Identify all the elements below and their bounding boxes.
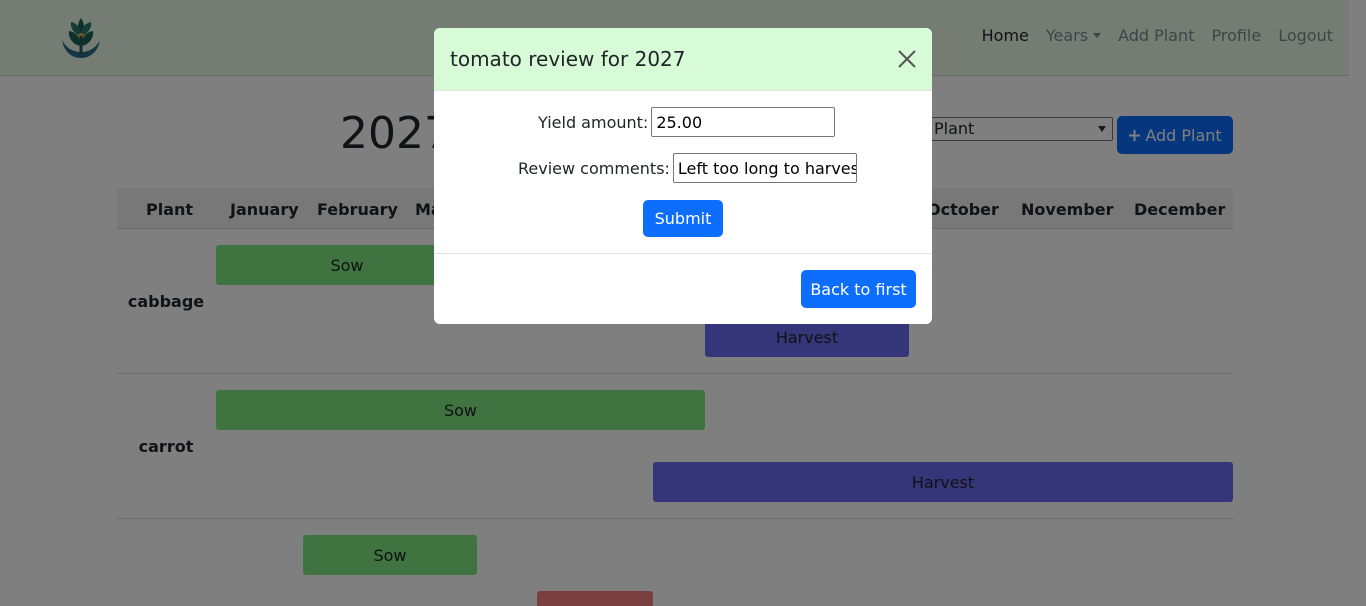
modal-header: tomato review for 2027 bbox=[434, 28, 932, 91]
review-modal: tomato review for 2027 Yield amount: 25.… bbox=[434, 28, 932, 324]
back-to-first-button[interactable]: Back to first bbox=[801, 270, 916, 308]
yield-label: Yield amount: bbox=[538, 112, 649, 132]
yield-input[interactable]: 25.00 bbox=[651, 107, 836, 137]
close-icon[interactable] bbox=[896, 48, 918, 70]
submit-button[interactable]: Submit bbox=[643, 200, 723, 237]
yield-row: Yield amount: 25.00 bbox=[538, 107, 836, 137]
modal-footer-divider bbox=[434, 253, 932, 254]
comments-row: Review comments: Left too long to harves… bbox=[518, 153, 857, 183]
comments-label: Review comments: bbox=[518, 158, 670, 178]
comments-input[interactable]: Left too long to harvest bbox=[672, 153, 857, 183]
modal-title: tomato review for 2027 bbox=[450, 47, 686, 71]
